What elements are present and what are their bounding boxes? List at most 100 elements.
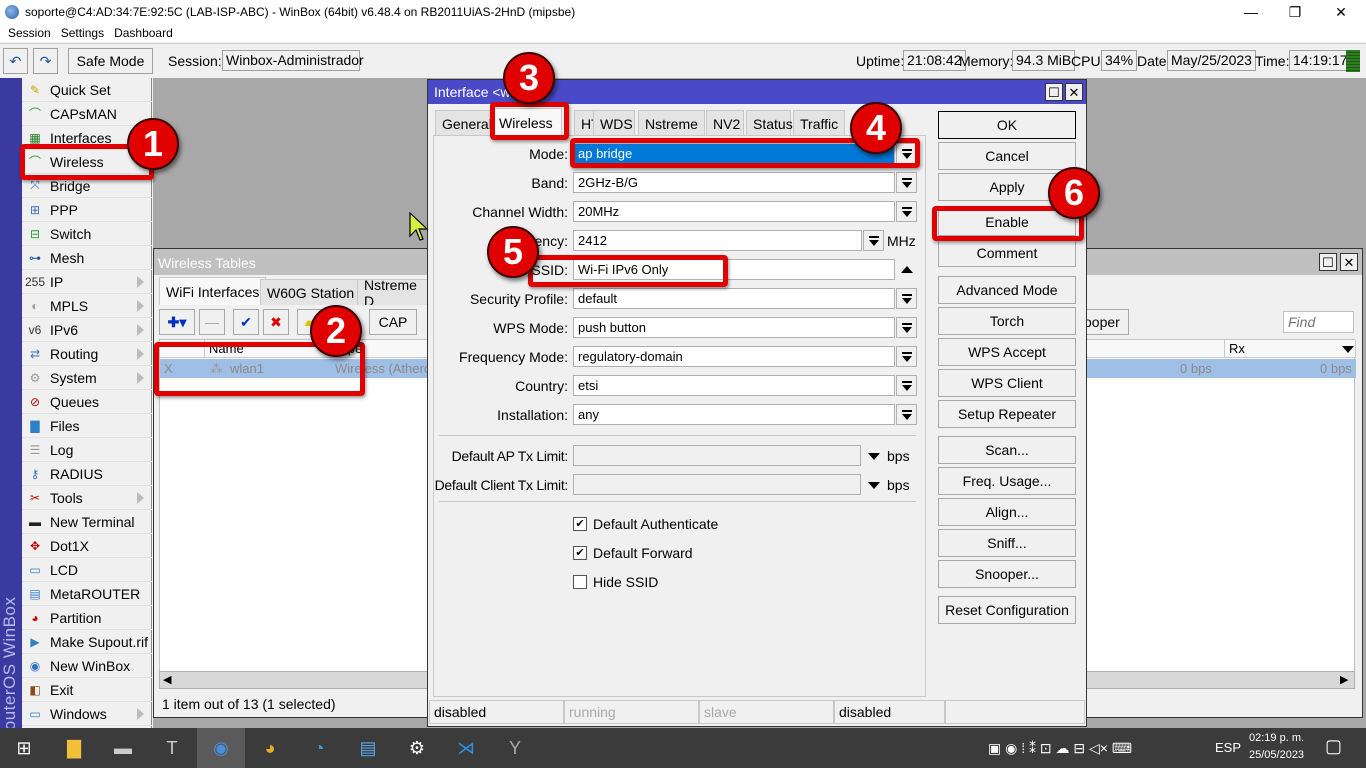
frequency-dropdown-button[interactable] <box>863 230 884 251</box>
wps-mode-dropdown-button[interactable] <box>896 317 917 338</box>
band-field[interactable]: 2GHz-B/G <box>573 172 895 193</box>
default-forward-label[interactable]: Default Forward <box>593 545 693 561</box>
tab-traffic[interactable]: Traffic <box>793 110 845 136</box>
security-profile-dropdown-button[interactable] <box>896 288 917 309</box>
chrome-icon[interactable]: ◕ <box>246 728 294 768</box>
sidebar-item-partition[interactable]: ◕ Partition <box>22 606 152 630</box>
installation-field[interactable]: any <box>573 404 895 425</box>
network-tool-icon[interactable]: T <box>148 728 196 768</box>
col-tx[interactable]: Tx <box>1085 340 1225 358</box>
hide-ssid-checkbox[interactable] <box>573 575 587 589</box>
col-rx[interactable]: Rx <box>1225 340 1356 358</box>
security-profile-field[interactable]: default <box>573 288 895 309</box>
disable-button[interactable]: ✖ <box>263 309 289 335</box>
dropdown-arrow-icon[interactable] <box>868 482 880 489</box>
sidebar-item-new-terminal[interactable]: ▬ New Terminal <box>22 510 152 534</box>
find-input[interactable] <box>1283 311 1354 333</box>
sidebar-item-routing[interactable]: ⇄ Routing <box>22 342 152 366</box>
default-forward-checkbox[interactable]: ✔ <box>573 546 587 560</box>
sidebar-item-switch[interactable]: ⊟ Switch <box>22 222 152 246</box>
sidebar-item-files[interactable]: ▇ Files <box>22 414 152 438</box>
snooper-button[interactable]: Snooper... <box>938 560 1076 588</box>
sidebar-item-new-winbox[interactable]: ◉ New WinBox <box>22 654 152 678</box>
enable-button[interactable]: ✔ <box>233 309 259 335</box>
notifications-icon[interactable]: ▢ <box>1325 736 1342 757</box>
installation-dropdown-button[interactable] <box>896 404 917 425</box>
sidebar-item-metarouter[interactable]: ▤ MetaROUTER <box>22 582 152 606</box>
default-authenticate-checkbox[interactable]: ✔ <box>573 517 587 531</box>
wps-client-button[interactable]: WPS Client <box>938 369 1076 397</box>
sidebar-item-exit[interactable]: ◧ Exit <box>22 678 152 702</box>
file-explorer-icon[interactable]: ▇ <box>50 728 98 768</box>
hide-ssid-label[interactable]: Hide SSID <box>593 574 658 590</box>
tab-general[interactable]: General <box>435 110 495 136</box>
default-ap-tx-limit-field[interactable] <box>573 445 861 466</box>
reset-configuration-button[interactable]: Reset Configuration <box>938 596 1076 624</box>
clock-time[interactable]: 02:19 p. m. <box>1249 732 1304 744</box>
wt-close-button[interactable]: ✕ <box>1340 253 1358 271</box>
sidebar-item-ppp[interactable]: ⊞ PPP <box>22 198 152 222</box>
default-client-tx-limit-field[interactable] <box>573 474 861 495</box>
wps-accept-button[interactable]: WPS Accept <box>938 338 1076 366</box>
sidebar-item-queues[interactable]: ⊘ Queues <box>22 390 152 414</box>
dialog-close-button[interactable]: ✕ <box>1065 83 1083 101</box>
country-field[interactable]: etsi <box>573 375 895 396</box>
settings-icon[interactable]: ⚙ <box>393 728 441 768</box>
add-button[interactable]: ✚ ▾ <box>159 309 195 335</box>
dropdown-arrow-icon[interactable] <box>868 453 880 460</box>
scroll-right-icon[interactable]: ▶ <box>1340 673 1348 686</box>
sidebar-item-lcd[interactable]: ▭ LCD <box>22 558 152 582</box>
collapse-arrow-icon[interactable] <box>901 266 913 273</box>
cancel-button[interactable]: Cancel <box>938 142 1076 170</box>
menu-settings[interactable]: Settings <box>61 26 104 40</box>
setup-repeater-button[interactable]: Setup Repeater <box>938 400 1076 428</box>
tab-nstreme[interactable]: Nstreme D <box>357 279 431 305</box>
undo-button[interactable]: ↶ <box>3 48 28 74</box>
torch-button[interactable]: Torch <box>938 307 1076 335</box>
freq-usage-button[interactable]: Freq. Usage... <box>938 467 1076 495</box>
channel-width-field[interactable]: 20MHz <box>573 201 895 222</box>
edge-icon[interactable]: ◔ <box>295 728 343 768</box>
wt-maximize-button[interactable]: ☐ <box>1319 253 1337 271</box>
sidebar-item-system[interactable]: ⚙ System <box>22 366 152 390</box>
column-chooser-icon[interactable] <box>1342 346 1354 353</box>
minimize-button[interactable]: — <box>1228 0 1274 24</box>
menu-dashboard[interactable]: Dashboard <box>114 26 173 40</box>
scan-button[interactable]: Scan... <box>938 436 1076 464</box>
frequency-field[interactable]: 2412 <box>573 230 862 251</box>
tab-nstreme[interactable]: Nstreme <box>638 110 705 136</box>
channel-width-dropdown-button[interactable] <box>896 201 917 222</box>
menu-session[interactable]: Session <box>8 26 51 40</box>
frequency-mode-dropdown-button[interactable] <box>896 346 917 367</box>
band-dropdown-button[interactable] <box>896 172 917 193</box>
sidebar-item-ip[interactable]: 255 IP <box>22 270 152 294</box>
cocktail-app-icon[interactable]: Y <box>491 728 539 768</box>
control-panel-icon[interactable]: ▤ <box>344 728 392 768</box>
ok-button[interactable]: OK <box>938 111 1076 139</box>
frequency-mode-field[interactable]: regulatory-domain <box>573 346 895 367</box>
sidebar-item-log[interactable]: ☰ Log <box>22 438 152 462</box>
cap-button[interactable]: CAP <box>369 309 417 335</box>
tab-w60g-station[interactable]: W60G Station <box>260 279 362 305</box>
vscode-icon[interactable]: ⋊ <box>442 728 490 768</box>
input-language[interactable]: ESP <box>1215 740 1241 755</box>
sidebar-item-dot1x[interactable]: ✥ Dot1X <box>22 534 152 558</box>
maximize-button[interactable]: ❐ <box>1272 0 1318 24</box>
wps-mode-field[interactable]: push button <box>573 317 895 338</box>
align-button[interactable]: Align... <box>938 498 1076 526</box>
clock-date[interactable]: 25/05/2023 <box>1249 749 1304 761</box>
tray-icons[interactable]: ▣ ◉ ⁞ ⁑ ⊡ ☁ ⊟ ◁× ⌨ <box>988 740 1132 757</box>
start-button[interactable]: ⊞ <box>0 728 48 768</box>
sidebar-item-ipv6[interactable]: v6 IPv6 <box>22 318 152 342</box>
redo-button[interactable]: ↷ <box>33 48 58 74</box>
tab-status[interactable]: Status <box>746 110 793 136</box>
sidebar-item-radius[interactable]: ⚷ RADIUS <box>22 462 152 486</box>
sniff-button[interactable]: Sniff... <box>938 529 1076 557</box>
tab-nv2[interactable]: NV2 <box>706 110 744 136</box>
close-button[interactable]: ✕ <box>1318 0 1364 24</box>
tab-wds[interactable]: WDS <box>593 110 635 136</box>
comment-button[interactable]: Comment <box>938 239 1076 267</box>
default-authenticate-label[interactable]: Default Authenticate <box>593 516 718 532</box>
sidebar-item-capsman[interactable]: ⌒ CAPsMAN <box>22 102 152 126</box>
sidebar-item-tools[interactable]: ✂ Tools <box>22 486 152 510</box>
